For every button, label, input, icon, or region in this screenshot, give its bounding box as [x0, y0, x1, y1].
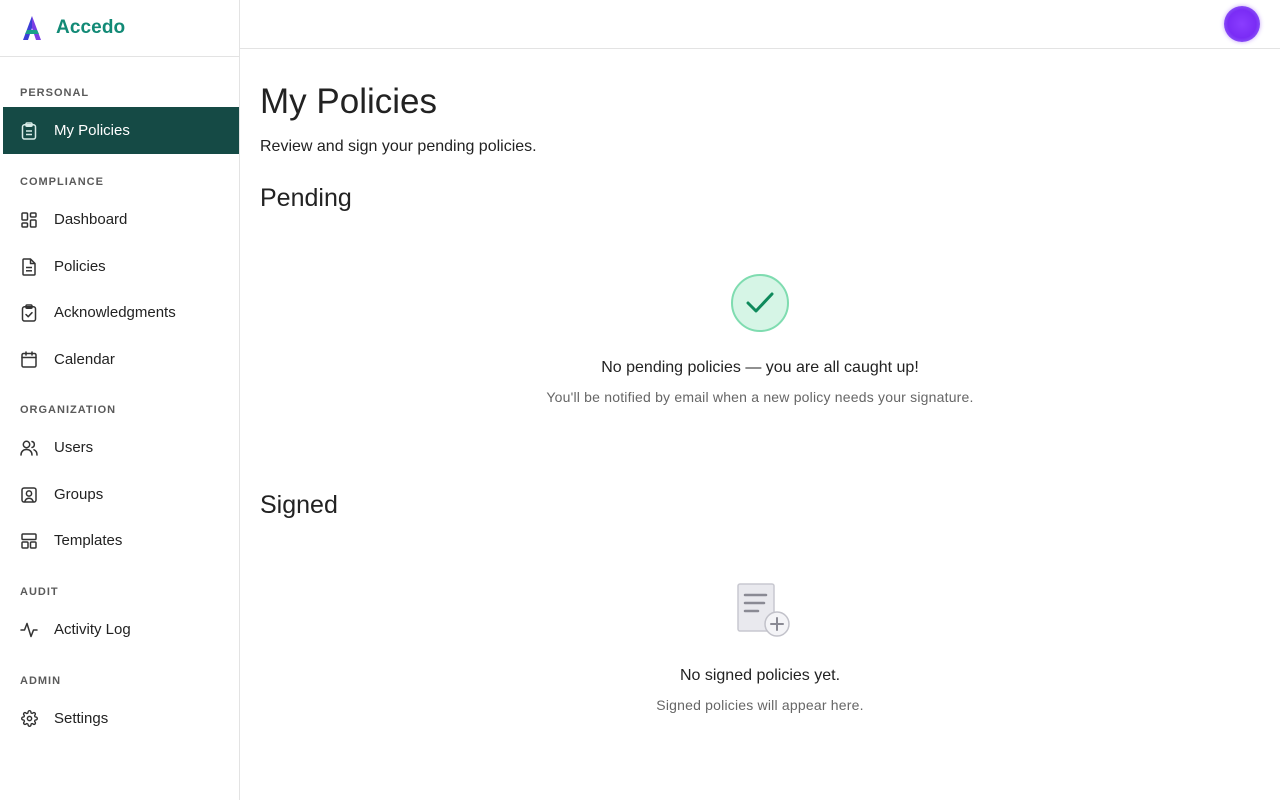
pending-section-title: Pending	[260, 184, 352, 212]
sidebar-item-label: Dashboard	[54, 211, 128, 228]
sidebar-item-groups[interactable]: Groups	[3, 471, 239, 518]
sidebar-item-label: Activity Log	[54, 621, 131, 638]
signed-empty-state: No signed policies yet. Signed policies …	[240, 667, 1280, 713]
sidebar: Accedo PERSONAL My Policies COMPLIANCE D…	[0, 0, 240, 800]
calendar-icon	[20, 351, 38, 369]
main-content: My Policies Review and sign your pending…	[240, 49, 1280, 800]
section-label-audit: AUDIT	[20, 586, 59, 598]
sidebar-item-templates[interactable]: Templates	[3, 517, 239, 564]
sidebar-item-acknowledgments[interactable]: Acknowledgments	[3, 289, 239, 336]
signed-section-title: Signed	[260, 491, 338, 519]
dashboard-grid-icon	[20, 211, 38, 229]
signed-empty-subtitle: Signed policies will appear here.	[656, 697, 864, 713]
section-label-personal: PERSONAL	[20, 87, 90, 99]
activity-icon	[20, 621, 38, 639]
sidebar-item-settings[interactable]: Settings	[3, 695, 239, 742]
section-label-compliance: COMPLIANCE	[20, 176, 104, 188]
pending-empty-subtitle: You'll be notified by email when a new p…	[546, 389, 974, 405]
sidebar-item-activity-log[interactable]: Activity Log	[3, 606, 239, 653]
user-avatar[interactable]	[1224, 6, 1260, 42]
sidebar-item-label: Calendar	[54, 351, 115, 368]
pending-empty-state: No pending policies — you are all caught…	[240, 359, 1280, 405]
section-label-admin: ADMIN	[20, 675, 62, 687]
sidebar-item-my-policies[interactable]: My Policies	[3, 107, 239, 154]
accedo-logo-icon	[20, 15, 44, 41]
section-label-organization: ORGANIZATION	[20, 404, 117, 416]
templates-icon	[20, 532, 38, 550]
sidebar-item-label: Acknowledgments	[54, 304, 176, 321]
brand-name: Accedo	[56, 17, 126, 38]
sidebar-item-label: Templates	[54, 532, 123, 549]
page-subtitle: Review and sign your pending policies.	[260, 138, 537, 155]
sidebar-item-label: Settings	[54, 710, 109, 727]
brand[interactable]: Accedo	[0, 0, 239, 57]
sidebar-item-label: Groups	[54, 486, 104, 503]
clipboard-check-icon	[20, 303, 38, 322]
sidebar-item-calendar[interactable]: Calendar	[3, 336, 239, 383]
signed-empty-title: No signed policies yet.	[679, 667, 841, 684]
pending-empty-title: No pending policies — you are all caught…	[601, 359, 919, 376]
sidebar-item-label: My Policies	[54, 122, 130, 139]
sidebar-item-label: Users	[54, 439, 94, 456]
gear-icon	[20, 710, 38, 728]
user-square-icon	[20, 486, 38, 504]
sidebar-item-dashboard[interactable]: Dashboard	[3, 196, 239, 243]
document-plus-icon	[736, 582, 790, 640]
top-bar	[240, 0, 1280, 49]
sidebar-item-label: Policies	[54, 258, 106, 275]
clipboard-icon	[20, 121, 38, 140]
sidebar-item-users[interactable]: Users	[3, 424, 239, 471]
users-icon	[20, 439, 38, 457]
document-icon	[20, 257, 38, 276]
page-title: My Policies	[260, 82, 437, 121]
sidebar-item-policies[interactable]: Policies	[3, 243, 239, 290]
check-circle-icon	[731, 274, 789, 332]
